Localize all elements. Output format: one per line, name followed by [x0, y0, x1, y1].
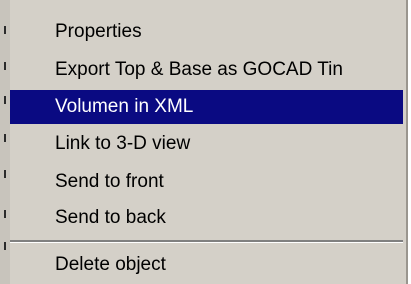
context-menu: Properties Export Top & Base as GOCAD Ti… — [0, 0, 411, 284]
menu-item-volumen-in-xml[interactable]: Volumen in XML — [10, 90, 403, 124]
menu-item-delete-object[interactable]: Delete object — [10, 248, 403, 282]
menu-item-send-to-front[interactable]: Send to front — [10, 165, 403, 199]
menu-item-properties[interactable]: Properties — [10, 15, 403, 49]
left-border — [0, 0, 10, 284]
menu-separator — [10, 240, 403, 243]
border-tick — [4, 170, 6, 178]
menu-item-link-to-3d-view[interactable]: Link to 3-D view — [10, 127, 403, 161]
border-tick — [4, 242, 6, 250]
menu-item-export-gocad-tin[interactable]: Export Top & Base as GOCAD Tin — [10, 53, 403, 87]
border-tick — [4, 134, 6, 142]
menu-item-send-to-back[interactable]: Send to back — [10, 201, 403, 235]
border-tick — [4, 62, 6, 70]
border-tick — [4, 96, 6, 104]
border-tick — [4, 210, 6, 218]
border-tick — [4, 26, 6, 34]
